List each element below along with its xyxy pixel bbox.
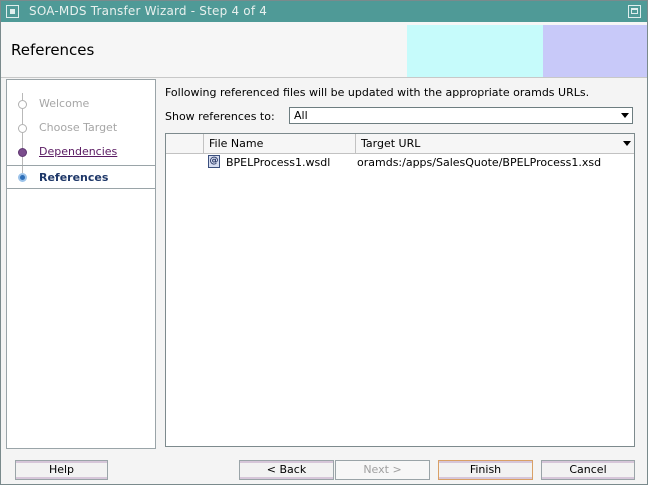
help-button[interactable]: Help (15, 460, 108, 480)
help-button-label: Help (48, 463, 75, 476)
step-connector (22, 166, 23, 173)
show-references-label: Show references to: (165, 110, 275, 123)
step-connector (22, 117, 23, 124)
header-decoration-cyan (407, 25, 543, 77)
finish-button[interactable]: Finish (438, 460, 533, 480)
step-circle-icon (18, 100, 27, 109)
table-row[interactable]: @ BPELProcess1.wsdl oramds:/apps/SalesQu… (166, 154, 634, 172)
description-text: Following referenced files will be updat… (165, 86, 590, 99)
page-header: References (1, 22, 647, 78)
maximize-icon[interactable] (628, 5, 641, 18)
step-connector (22, 93, 23, 100)
column-label-target-url: Target URL (361, 137, 421, 150)
header-decoration-lavender (543, 25, 647, 77)
nav-label-references: References (39, 171, 109, 184)
nav-label-choose-target: Choose Target (39, 121, 118, 134)
references-table: File Name Target URL @ BPELProcess1.wsdl… (165, 133, 635, 447)
column-header-file-name[interactable]: File Name (204, 134, 356, 153)
column-header-target-url[interactable]: Target URL (356, 134, 634, 153)
step-connector (22, 141, 23, 148)
step-dot-icon (18, 148, 27, 157)
nav-link-dependencies[interactable]: Dependencies (39, 145, 117, 158)
select-value: All (294, 109, 308, 122)
chevron-down-icon (621, 113, 629, 118)
nav-item-dependencies[interactable]: Dependencies (7, 141, 155, 168)
column-menu-icon[interactable] (623, 141, 631, 146)
title-bar[interactable]: SOA-MDS Transfer Wizard - Step 4 of 4 (1, 1, 647, 22)
file-name-cell: BPELProcess1.wsdl (226, 156, 331, 169)
column-label-file-name: File Name (209, 137, 264, 150)
next-button-label: Next > (363, 463, 402, 476)
nav-item-welcome: Welcome (7, 93, 155, 120)
current-step-icon (18, 173, 27, 182)
finish-button-label: Finish (469, 463, 502, 476)
wizard-steps-nav: Welcome Choose Target Dependencies Refer… (6, 79, 156, 449)
nav-item-choose-target: Choose Target (7, 117, 155, 144)
cancel-button[interactable]: Cancel (541, 460, 635, 480)
back-button-label: < Back (266, 463, 307, 476)
back-button[interactable]: < Back (239, 460, 334, 480)
cancel-button-label: Cancel (569, 463, 607, 476)
step-circle-icon (18, 124, 27, 133)
nav-item-references: References (7, 165, 155, 189)
next-button[interactable]: Next > (335, 460, 430, 480)
page-title: References (11, 41, 95, 59)
table-header: File Name Target URL (166, 134, 634, 154)
window-title: SOA-MDS Transfer Wizard - Step 4 of 4 (29, 4, 268, 18)
show-references-select[interactable]: All (289, 107, 633, 124)
wizard-window: SOA-MDS Transfer Wizard - Step 4 of 4 Re… (0, 0, 648, 485)
wsdl-file-icon: @ (208, 155, 220, 168)
target-url-cell: oramds:/apps/SalesQuote/BPELProcess1.xsd (357, 156, 602, 169)
nav-label-welcome: Welcome (39, 97, 90, 110)
button-bar: Help < Back Next > Finish Cancel (1, 457, 647, 485)
app-icon (6, 5, 19, 18)
column-header-icon (166, 134, 204, 153)
